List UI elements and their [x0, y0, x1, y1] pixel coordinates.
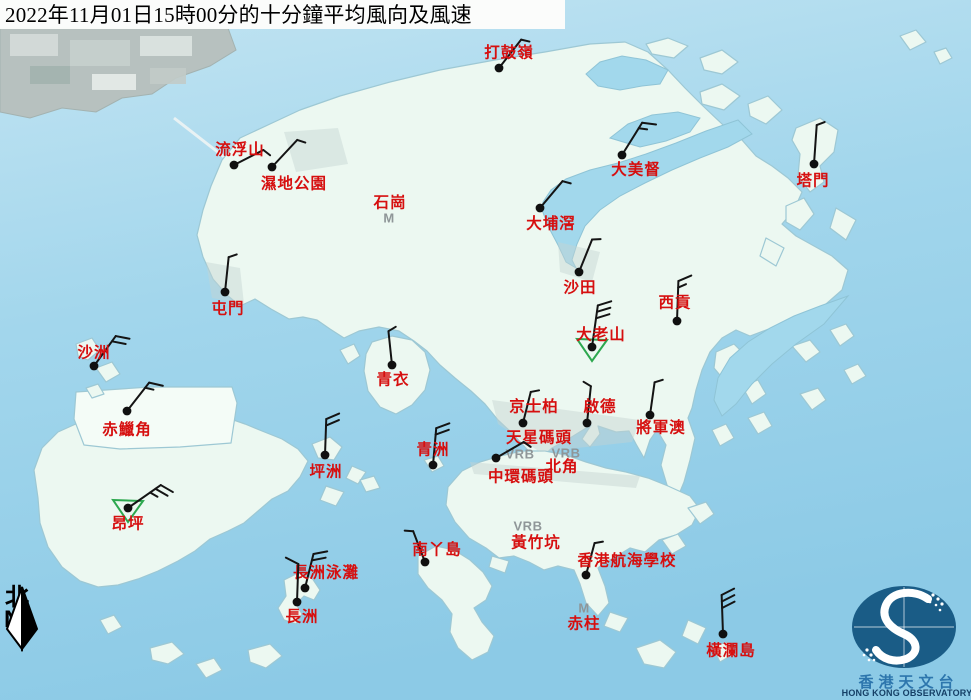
station-label: 石崗	[372, 193, 406, 212]
station-label: 濕地公園	[261, 174, 327, 193]
north-compass: 北 N	[3, 586, 29, 632]
map-title: 2022年11月01日15時00分的十分鐘平均風向及風速	[0, 0, 565, 29]
station-label: 西貢	[658, 294, 691, 312]
station-note: VRB	[506, 447, 535, 462]
wind-barb	[639, 128, 647, 129]
station-label: 天星碼頭	[506, 429, 572, 447]
station-dot	[536, 204, 545, 213]
station-dot	[293, 598, 302, 607]
station-label: 香港航海學校	[577, 551, 676, 570]
station-dot	[90, 362, 99, 371]
station-label: 青衣	[376, 370, 409, 389]
station-dot	[810, 160, 819, 169]
station-note: M	[383, 211, 394, 226]
station-dot	[673, 317, 682, 326]
station-label: 流浮山	[215, 140, 265, 159]
station-dot	[719, 630, 728, 639]
station-label: 長洲	[285, 608, 318, 626]
station-dot	[301, 584, 310, 593]
station-label: 將軍澳	[636, 418, 686, 437]
station-label: 橫瀾島	[706, 641, 756, 660]
station-dot	[582, 571, 591, 580]
station-dot	[123, 407, 132, 416]
hko-name-en: HONG KONG OBSERVATORY	[841, 688, 971, 698]
station-label: 京士柏	[509, 397, 559, 416]
station-label: 大美督	[611, 160, 661, 179]
station-dot	[221, 288, 230, 297]
station-label: 青洲	[416, 440, 449, 459]
station-label: 打鼓嶺	[484, 43, 534, 62]
wind-barb	[405, 531, 413, 532]
station-dot	[388, 361, 397, 370]
station-label: 赤柱	[567, 614, 600, 633]
station-dot	[646, 411, 655, 420]
station-label: 塔門	[796, 171, 829, 190]
station-label: 昂坪	[111, 515, 144, 533]
station-dot	[268, 163, 277, 172]
station-dot	[429, 461, 438, 470]
station-dot	[495, 64, 504, 73]
station-dot	[588, 343, 597, 352]
station-dot	[575, 268, 584, 277]
station-dot	[618, 151, 627, 160]
hong-kong-map: 打鼓嶺流浮山濕地公園M石崗大美督塔門大埔滘沙田西貢大老山屯門沙洲青衣赤鱲角京士柏…	[0, 0, 971, 700]
station-label: 屯門	[211, 299, 244, 318]
station-dot	[519, 419, 528, 428]
station-label: 坪洲	[309, 463, 342, 481]
station-label: 南丫島	[412, 540, 462, 559]
station-label: 沙田	[563, 279, 596, 297]
station-note: M	[578, 601, 589, 616]
station-label: 沙洲	[77, 344, 110, 362]
station-dot	[583, 419, 592, 428]
station-dot	[321, 451, 330, 460]
station-label: 黃竹坑	[510, 533, 561, 552]
station-dot	[230, 161, 239, 170]
station-label: 赤鱲角	[102, 420, 152, 439]
wind-map-screen: 打鼓嶺流浮山濕地公園M石崗大美督塔門大埔滘沙田西貢大老山屯門沙洲青衣赤鱲角京士柏…	[0, 0, 971, 700]
station-dot	[124, 504, 133, 513]
station-label: 啟德	[583, 397, 616, 416]
station-label: 長洲泳灘	[293, 563, 359, 582]
station-note: VRB	[514, 519, 543, 534]
station-label: 中環碼頭	[488, 467, 554, 486]
station-dot	[492, 454, 501, 463]
station-label: 大埔滘	[526, 214, 576, 233]
station-label: 大老山	[576, 325, 626, 344]
wind-staff	[297, 564, 298, 602]
north-arrow-icon	[3, 586, 41, 652]
station-dot	[421, 558, 430, 567]
